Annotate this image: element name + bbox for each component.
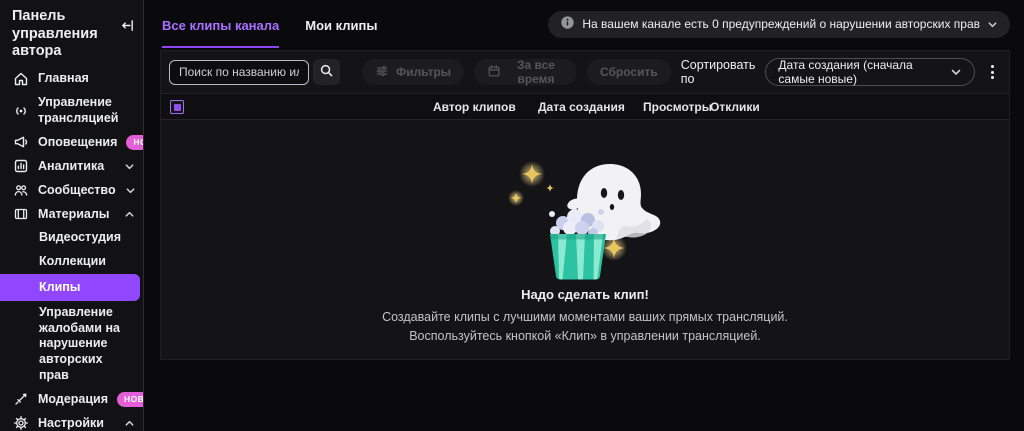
column-header-date: Дата создания — [538, 100, 625, 114]
search-input[interactable] — [169, 59, 309, 85]
sidebar-item-community[interactable]: Сообщество — [0, 178, 143, 202]
sidebar-item-label: Управление жалобами на нарушение авторск… — [39, 305, 120, 382]
tab-my-clips[interactable]: Мои клипы — [305, 0, 377, 48]
info-icon — [560, 15, 575, 33]
chevron-up-icon — [124, 209, 135, 220]
sort-select[interactable]: Дата создания (сначала самые новые) — [765, 58, 976, 86]
calendar-icon — [487, 64, 501, 81]
sidebar-item-label: Главная — [38, 71, 89, 86]
sidebar-item-label: Видеостудия — [39, 230, 122, 245]
column-header-author: Автор клипов — [433, 100, 516, 114]
sidebar-title: Панель управления автора — [12, 8, 98, 60]
sidebar: Панель управления автора Главная Управле… — [0, 0, 144, 431]
tabs: Все клипы канала Мои клипы — [162, 0, 378, 48]
filters-button[interactable]: Фильтры — [362, 59, 465, 85]
sidebar-item-collections[interactable]: Коллекции — [0, 250, 143, 274]
chevron-down-icon — [124, 161, 135, 172]
sidebar-item-dmca-management[interactable]: Управление жалобами на нарушение авторск… — [0, 301, 143, 387]
empty-state-line2: Воспользуйтесь кнопкой «Клип» в управлен… — [409, 329, 761, 344]
sidebar-item-label: Коллекции — [39, 253, 106, 268]
clips-panel: Фильтры За все время Сбросить Сортироват… — [160, 50, 1010, 360]
time-range-label: За все время — [517, 58, 555, 86]
new-badge: НОВОЕ — [126, 135, 143, 150]
empty-state-line1: Создавайте клипы с лучшими моментами ваш… — [382, 310, 788, 324]
sidebar-item-settings[interactable]: Настройки — [0, 411, 143, 431]
new-badge: НОВОЕ — [117, 392, 143, 407]
chevron-down-icon — [987, 19, 998, 30]
clips-toolbar: Фильтры За все время Сбросить Сортироват… — [161, 51, 1009, 93]
column-header-views: Просмотры — [643, 100, 713, 114]
sidebar-item-label: Материалы — [38, 206, 110, 221]
sidebar-item-stream-manager[interactable]: Управление трансляцией — [0, 91, 143, 130]
column-header-reactions: Отклики — [710, 100, 760, 114]
creator-dashboard: Панель управления автора Главная Управле… — [0, 0, 1024, 431]
sidebar-item-moderation[interactable]: Модерация НОВОЕ — [0, 387, 143, 411]
sidebar-item-analytics[interactable]: Аналитика — [0, 154, 143, 178]
chevron-up-icon — [124, 418, 135, 429]
sidebar-item-video-producer[interactable]: Видеостудия — [0, 226, 143, 250]
sort-select-value: Дата создания (сначала самые новые) — [778, 58, 913, 86]
broadcast-icon — [12, 103, 29, 119]
film-icon — [12, 206, 29, 222]
topbar: Все клипы канала Мои клипы На вашем кана… — [144, 0, 1024, 48]
time-range-button[interactable]: За все время — [474, 58, 577, 86]
gear-icon — [12, 415, 29, 431]
sidebar-nav: Главная Управление трансляцией Оповещени… — [0, 67, 143, 431]
search-button[interactable] — [313, 59, 340, 85]
sidebar-item-label: Управление трансляцией — [38, 95, 119, 125]
megaphone-icon — [12, 134, 29, 150]
main-content: Все клипы канала Мои клипы На вашем кана… — [144, 0, 1024, 431]
sidebar-item-alerts[interactable]: Оповещения НОВОЕ — [0, 130, 143, 154]
sliders-icon — [375, 64, 389, 81]
table-header: Автор клипов Дата создания Просмотры Отк… — [161, 93, 1009, 120]
sidebar-item-clips[interactable]: Клипы — [0, 273, 140, 302]
collapse-sidebar-button[interactable] — [118, 16, 137, 38]
sidebar-item-label: Аналитика — [38, 158, 105, 173]
sidebar-item-home[interactable]: Главная — [0, 67, 143, 91]
reset-button[interactable]: Сбросить — [587, 59, 671, 85]
community-icon — [12, 182, 29, 198]
kebab-menu-icon[interactable] — [985, 61, 999, 83]
reset-label: Сбросить — [600, 65, 658, 79]
chevron-down-icon — [125, 185, 136, 196]
empty-state: Надо сделать клип! Создавайте клипы с лу… — [161, 120, 1009, 346]
banner-text: На вашем канале есть 0 предупреждений о … — [582, 17, 980, 31]
sidebar-header: Панель управления автора — [0, 0, 143, 67]
chevron-down-icon — [950, 66, 962, 78]
search-group — [169, 59, 340, 85]
analytics-icon — [12, 158, 29, 174]
copyright-warnings-banner[interactable]: На вашем канале есть 0 предупреждений о … — [548, 10, 1010, 38]
ghost-popcorn-illustration — [508, 161, 661, 280]
sidebar-item-content[interactable]: Материалы — [0, 202, 143, 226]
filters-label: Фильтры — [396, 65, 452, 79]
sword-icon — [12, 391, 29, 407]
sidebar-item-label: Клипы — [39, 279, 81, 294]
empty-state-title: Надо сделать клип! — [521, 287, 649, 302]
home-icon — [12, 71, 29, 87]
collapse-left-icon — [120, 20, 135, 36]
search-icon — [319, 63, 334, 81]
select-all-checkbox[interactable] — [170, 100, 184, 114]
tab-all-channel-clips[interactable]: Все клипы канала — [162, 0, 280, 48]
sidebar-item-label: Оповещения — [38, 134, 118, 149]
sidebar-item-label: Модерация — [38, 391, 109, 406]
sort-by-label: Сортировать по — [680, 58, 756, 86]
sidebar-item-label: Сообщество — [38, 182, 116, 197]
sidebar-item-label: Настройки — [38, 415, 104, 430]
